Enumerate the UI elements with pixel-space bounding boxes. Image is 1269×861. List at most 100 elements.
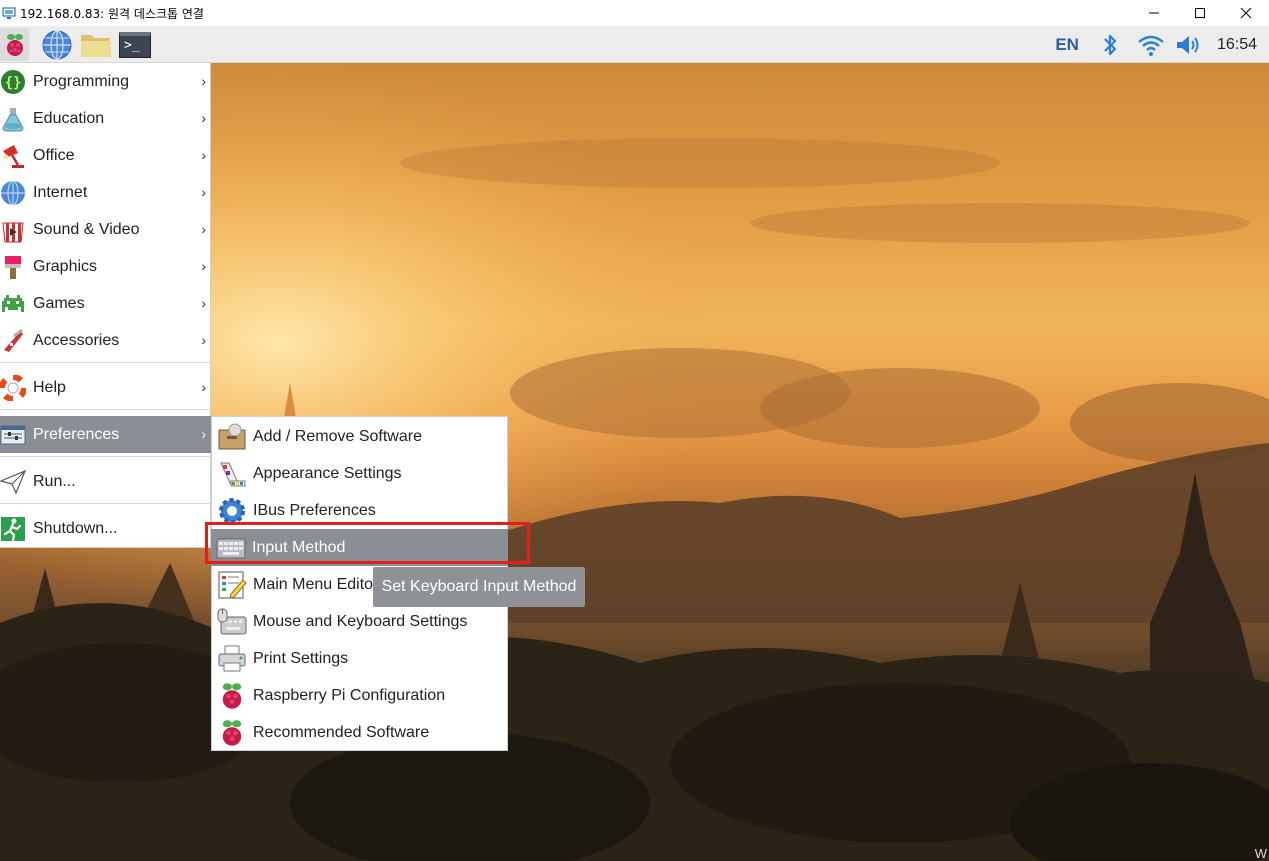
- mouse-keyboard-icon: [217, 607, 247, 637]
- chevron-right-icon: ›: [201, 110, 206, 126]
- lifebuoy-icon: [0, 374, 26, 401]
- menu-item-label: Graphics: [33, 257, 98, 275]
- submenu-item-recommended-software[interactable]: Recommended Software: [212, 714, 507, 751]
- menu-item-run[interactable]: Run...: [0, 463, 211, 500]
- menu-separator: [0, 503, 211, 504]
- submenu-item-label: IBus Preferences: [253, 501, 376, 519]
- volume-icon[interactable]: [1175, 33, 1203, 57]
- menu-item-sound-video[interactable]: Sound & Video ›: [0, 211, 211, 248]
- taskbar: >_ EN 16:54: [0, 26, 1269, 63]
- globe-icon: [42, 29, 72, 60]
- submenu-item-raspberry-pi-configuration[interactable]: Raspberry Pi Configuration: [212, 677, 507, 714]
- minimize-icon: [1149, 12, 1159, 14]
- menu-item-label: Internet: [33, 183, 88, 201]
- window-title: 192.168.0.83: 원격 데스크톱 연결: [20, 6, 204, 21]
- submenu-item-label: Recommended Software: [253, 723, 430, 741]
- menu-item-education[interactable]: Education ›: [0, 100, 211, 137]
- paintbrush-icon: [0, 254, 26, 280]
- menu-separator: [0, 409, 211, 410]
- chevron-right-icon: ›: [201, 332, 206, 348]
- flask-icon: [0, 106, 26, 132]
- remote-desktop-icon: [2, 7, 16, 19]
- menu-item-office[interactable]: Office ›: [0, 137, 211, 174]
- menu-item-graphics[interactable]: Graphics ›: [0, 248, 211, 285]
- chevron-right-icon: ›: [201, 184, 206, 200]
- raspberry-icon: [6, 33, 23, 56]
- exit-icon: [0, 516, 26, 542]
- chevron-right-icon: ›: [201, 258, 206, 274]
- tooltip: Set Keyboard Input Method: [373, 567, 585, 607]
- svg-text:{}: {}: [5, 75, 22, 91]
- chevron-right-icon: ›: [201, 379, 206, 395]
- file-manager-button[interactable]: [79, 28, 113, 61]
- gear-icon: [217, 496, 247, 526]
- submenu-item-mouse-keyboard-settings[interactable]: Mouse and Keyboard Settings: [212, 603, 507, 640]
- terminal-icon: >_: [119, 31, 151, 58]
- submenu-item-appearance-settings[interactable]: Appearance Settings: [212, 455, 507, 492]
- menu-separator: [0, 362, 211, 363]
- menu-item-preferences[interactable]: Preferences ›: [0, 416, 211, 453]
- lamp-icon: [0, 143, 26, 169]
- menu-item-internet[interactable]: Internet ›: [0, 174, 211, 211]
- submenu-item-label: Appearance Settings: [253, 464, 402, 482]
- menu-item-label: Accessories: [33, 331, 120, 349]
- raspberry-icon: [217, 681, 247, 711]
- paperplane-icon: [0, 469, 26, 495]
- maximize-icon: [1195, 8, 1205, 18]
- bluetooth-icon[interactable]: [1101, 32, 1119, 58]
- maximize-button[interactable]: [1177, 0, 1223, 26]
- printer-icon: [217, 644, 247, 674]
- folder-icon: [81, 34, 111, 57]
- raspberry-menu-button[interactable]: [0, 28, 29, 61]
- close-button[interactable]: [1223, 0, 1269, 26]
- menu-item-help[interactable]: Help ›: [0, 369, 211, 406]
- clock[interactable]: 16:54: [1217, 36, 1257, 54]
- knife-icon: [0, 328, 26, 354]
- menu-item-label: Sound & Video: [33, 220, 140, 238]
- language-indicator[interactable]: EN: [1055, 35, 1079, 55]
- menu-item-games[interactable]: Games ›: [0, 285, 211, 322]
- menu-item-programming[interactable]: {} Programming ›: [0, 63, 211, 100]
- menu-item-label: Office: [33, 146, 75, 164]
- braces-icon: {}: [0, 69, 26, 95]
- submenu-item-label: Main Menu Editor: [253, 575, 379, 593]
- menu-item-label: Help: [33, 378, 66, 396]
- sliders-icon: [0, 422, 26, 448]
- terminal-button[interactable]: >_: [118, 28, 152, 61]
- menu-editor-icon: [217, 570, 247, 600]
- annotation-highlight-box: [205, 522, 530, 564]
- menu-item-label: Preferences: [33, 425, 120, 443]
- menu-item-label: Run...: [33, 472, 76, 490]
- submenu-item-print-settings[interactable]: Print Settings: [212, 640, 507, 677]
- popcorn-icon: [0, 217, 26, 243]
- wifi-icon[interactable]: [1137, 33, 1165, 57]
- menu-item-shutdown[interactable]: Shutdown...: [0, 510, 211, 547]
- watermark: W: [1254, 846, 1267, 861]
- menu-item-accessories[interactable]: Accessories ›: [0, 322, 211, 359]
- raspberry-icon: [217, 718, 247, 748]
- close-icon: [1240, 7, 1252, 19]
- package-icon: [217, 422, 247, 452]
- invader-icon: [0, 291, 26, 317]
- main-menu: {} Programming › Education › Office › In…: [0, 63, 211, 548]
- window-title-bar: 192.168.0.83: 원격 데스크톱 연결: [0, 0, 1269, 26]
- chevron-right-icon: ›: [201, 221, 206, 237]
- web-browser-button[interactable]: [40, 28, 74, 61]
- globe-icon: [0, 180, 26, 206]
- menu-separator: [0, 456, 211, 457]
- submenu-item-label: Mouse and Keyboard Settings: [253, 612, 468, 630]
- menu-item-label: Programming: [33, 72, 130, 90]
- menu-item-label: Education: [33, 109, 105, 127]
- chevron-right-icon: ›: [201, 147, 206, 163]
- submenu-item-add-remove-software[interactable]: Add / Remove Software: [212, 418, 507, 455]
- submenu-item-label: Print Settings: [253, 649, 349, 667]
- minimize-button[interactable]: [1131, 0, 1177, 26]
- palette-icon: [217, 459, 247, 489]
- submenu-item-label: Add / Remove Software: [253, 427, 422, 445]
- menu-item-label: Shutdown...: [33, 519, 118, 537]
- submenu-item-label: Raspberry Pi Configuration: [253, 686, 446, 704]
- chevron-right-icon: ›: [201, 295, 206, 311]
- chevron-right-icon: ›: [201, 73, 206, 89]
- chevron-right-icon: ›: [201, 426, 206, 442]
- menu-item-label: Games: [33, 294, 85, 312]
